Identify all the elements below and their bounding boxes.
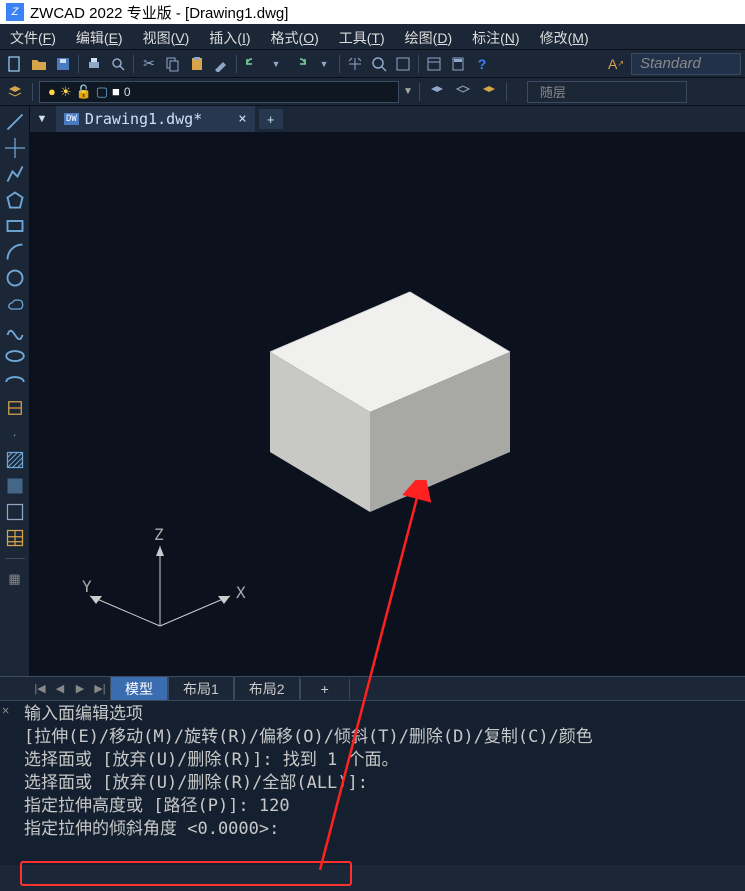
file-tab[interactable]: DW Drawing1.dwg* × <box>56 106 255 132</box>
menu-f[interactable]: 文件(F) <box>0 24 66 49</box>
menu-v[interactable]: 视图(V) <box>133 24 200 49</box>
add-layout-tab[interactable]: + <box>300 679 350 699</box>
menu-e[interactable]: 编辑(E) <box>66 24 133 49</box>
annotation-highlight <box>20 861 352 886</box>
dropdown-arrow[interactable]: ▼ <box>313 53 335 75</box>
polygon-tool-icon[interactable] <box>5 190 25 210</box>
text-style-input[interactable] <box>631 53 741 75</box>
layer-prev-icon[interactable] <box>426 81 448 103</box>
svg-text:Z: Z <box>154 526 164 544</box>
close-cmd-icon[interactable]: ✕ <box>2 703 9 717</box>
paste-icon[interactable] <box>186 53 208 75</box>
print-icon[interactable] <box>83 53 105 75</box>
revcloud-tool-icon[interactable] <box>5 294 25 314</box>
ellipse-arc-tool-icon[interactable] <box>5 372 25 392</box>
close-tab-icon[interactable]: × <box>238 111 246 127</box>
help-icon[interactable]: ? <box>471 53 493 75</box>
cmd-line: 输入面编辑选项 <box>24 703 741 726</box>
prop-icon[interactable] <box>423 53 445 75</box>
cmd-line: [拉伸(E)/移动(M)/旋转(R)/偏移(O)/倾斜(T)/删除(D)/复制(… <box>24 726 741 749</box>
sun-icon: ☀ <box>60 84 72 100</box>
cmd-line: 指定拉伸的倾斜角度 <0.0000>: <box>24 818 741 841</box>
zoom-ext-icon[interactable] <box>392 53 414 75</box>
calc-icon[interactable] <box>447 53 469 75</box>
menu-m[interactable]: 修改(M) <box>530 24 599 49</box>
follow-layer-dropdown[interactable]: 随层 <box>527 81 687 103</box>
cmd-line: 选择面或 [放弃(U)/删除(R)]: 找到 1 个面。 <box>24 749 741 772</box>
dropdown-arrow[interactable]: ▼ <box>265 53 287 75</box>
file-tab-label: Drawing1.dwg* <box>85 110 202 128</box>
bulb-icon: ● <box>48 84 56 99</box>
layer-name: 0 <box>124 85 131 99</box>
last-tab-icon[interactable]: ▶| <box>90 679 110 699</box>
layout2-tab[interactable]: 布局2 <box>234 677 300 701</box>
menu-t[interactable]: 工具(T) <box>329 24 395 49</box>
menu-d[interactable]: 绘图(D) <box>395 24 462 49</box>
cut-icon[interactable]: ✂ <box>138 53 160 75</box>
svg-text:X: X <box>236 583 246 602</box>
hatch-tool-icon[interactable] <box>5 450 25 470</box>
svg-text:Y: Y <box>82 577 92 596</box>
cmd-line: 选择面或 [放弃(U)/删除(R)/全部(ALL)]: <box>24 772 741 795</box>
polyline-tool-icon[interactable] <box>5 164 25 184</box>
prev-tab-icon[interactable]: ◀ <box>50 679 70 699</box>
layer-state-icon[interactable] <box>452 81 474 103</box>
gradient-tool-icon[interactable] <box>5 476 25 496</box>
window-title: ZWCAD 2022 专业版 - [Drawing1.dwg] <box>30 2 288 23</box>
spline-tool-icon[interactable] <box>5 320 25 340</box>
new-icon[interactable] <box>4 53 26 75</box>
menu-bar: 文件(F)编辑(E)视图(V)插入(I)格式(O)工具(T)绘图(D)标注(N)… <box>0 24 745 50</box>
menu-o[interactable]: 格式(O) <box>261 24 329 49</box>
first-tab-icon[interactable]: |◀ <box>30 679 50 699</box>
command-history: 输入面编辑选项[拉伸(E)/移动(M)/旋转(R)/偏移(O)/倾斜(T)/删除… <box>0 701 745 843</box>
layout-tab-bar: |◀ ◀ ▶ ▶| 模型 布局1 布局2 + <box>0 676 745 700</box>
table-tool-icon[interactable] <box>5 528 25 548</box>
next-tab-icon[interactable]: ▶ <box>70 679 90 699</box>
line-tool-icon[interactable] <box>5 112 25 132</box>
match-icon[interactable] <box>210 53 232 75</box>
tab-dropdown-icon[interactable]: ▼ <box>32 109 52 129</box>
title-bar: Z ZWCAD 2022 专业版 - [Drawing1.dwg] <box>0 0 745 24</box>
menu-i[interactable]: 插入(I) <box>199 24 260 49</box>
open-icon[interactable] <box>28 53 50 75</box>
new-tab-button[interactable]: + <box>259 109 283 129</box>
model-tab[interactable]: 模型 <box>110 677 168 701</box>
layer-toolbar: ● ☀ 🔓 ▢ ■ 0 ▼ 随层 <box>0 78 745 106</box>
ellipse-tool-icon[interactable] <box>5 346 25 366</box>
command-panel[interactable]: ✕ 输入面编辑选项[拉伸(E)/移动(M)/旋转(R)/偏移(O)/倾斜(T)/… <box>0 700 745 865</box>
redo-icon[interactable] <box>289 53 311 75</box>
misc-tool-icon[interactable]: ▦ <box>5 569 25 589</box>
circle-tool-icon[interactable] <box>5 268 25 288</box>
preview-icon[interactable] <box>107 53 129 75</box>
lock-icon: 🔓 <box>76 84 92 100</box>
pan-icon[interactable] <box>344 53 366 75</box>
drawing-viewport[interactable]: ▼ DW Drawing1.dwg* × + Z X <box>30 106 745 676</box>
copy-icon[interactable] <box>162 53 184 75</box>
region-tool-icon[interactable] <box>5 502 25 522</box>
xline-tool-icon[interactable] <box>5 138 25 158</box>
cmd-line: 指定拉伸高度或 [路径(P)]: 120 <box>24 795 741 818</box>
point-tool-icon[interactable]: · <box>5 424 25 444</box>
rect-tool-icon[interactable] <box>5 216 25 236</box>
layer-dropdown[interactable]: ● ☀ 🔓 ▢ ■ 0 <box>39 81 399 103</box>
layout1-tab[interactable]: 布局1 <box>168 677 234 701</box>
block-tool-icon[interactable] <box>5 398 25 418</box>
layer-manager-icon[interactable] <box>4 81 26 103</box>
zoom-icon[interactable] <box>368 53 390 75</box>
solid-box-3d <box>230 262 550 542</box>
menu-n[interactable]: 标注(N) <box>462 24 529 49</box>
app-logo-icon: Z <box>6 3 24 21</box>
chevron-down-icon[interactable]: ▼ <box>403 86 413 97</box>
undo-icon[interactable] <box>241 53 263 75</box>
dwg-file-icon: DW <box>64 113 79 125</box>
arc-tool-icon[interactable] <box>5 242 25 262</box>
plot-icon: ▢ <box>96 84 108 100</box>
save-icon[interactable] <box>52 53 74 75</box>
dim-style-icon[interactable]: A↗ <box>605 53 627 75</box>
ucs-icon: Z X Y <box>80 526 280 656</box>
layer-iso-icon[interactable] <box>478 81 500 103</box>
draw-toolbar: · ▦ <box>0 106 30 676</box>
standard-toolbar: ✂ ▼ ▼ ? A↗ <box>0 50 745 78</box>
document-tabs: ▼ DW Drawing1.dwg* × + <box>30 106 745 132</box>
